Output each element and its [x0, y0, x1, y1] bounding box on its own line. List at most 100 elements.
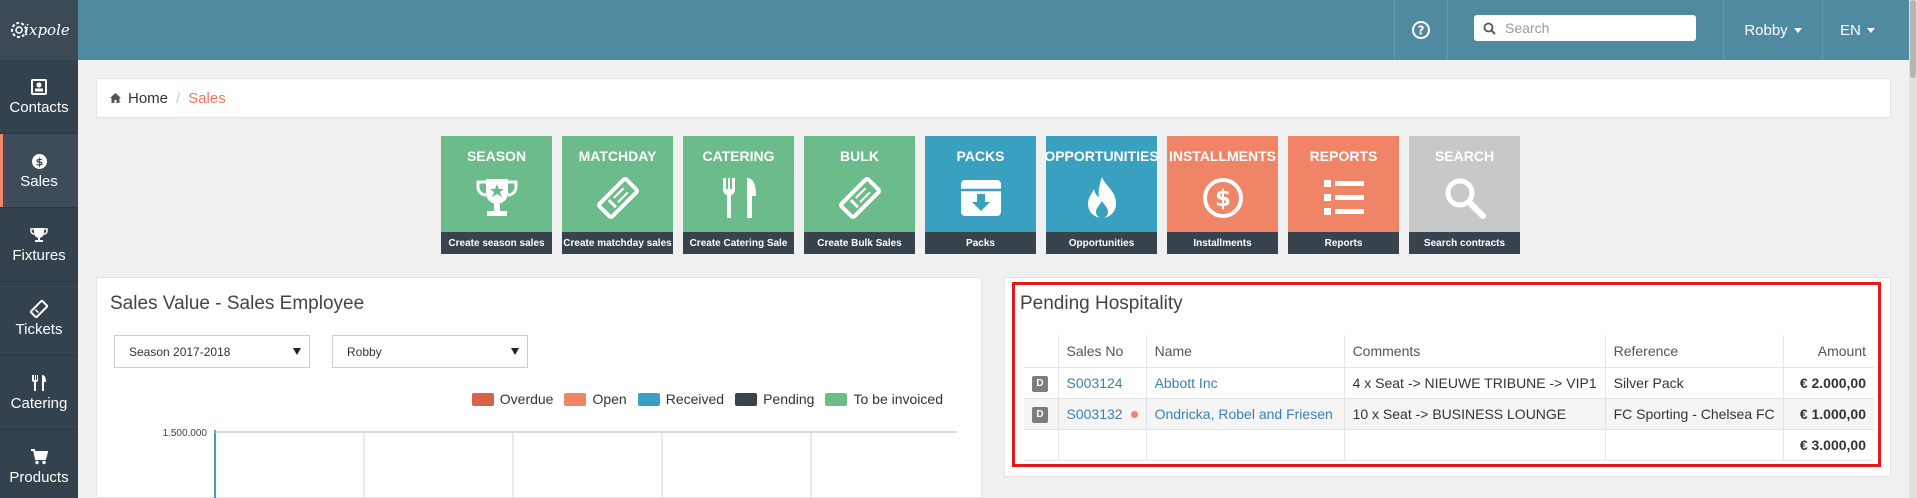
tile-opportunities[interactable]: OPPORTUNITIES Opportunities	[1044, 136, 1159, 254]
tile-reports[interactable]: REPORTS Reports	[1288, 136, 1399, 254]
home-icon	[110, 93, 121, 103]
legend-item-pending[interactable]: Pending	[735, 391, 814, 407]
trophy-icon	[30, 225, 48, 245]
contacts-icon	[31, 77, 47, 97]
tile-footer: Create Catering Sale	[683, 232, 794, 254]
tile-matchday[interactable]: MATCHDAY Create matchday sales	[562, 136, 673, 254]
legend-swatch	[471, 392, 494, 406]
svg-text:$: $	[1214, 186, 1230, 212]
sidebar-item-label: Products	[9, 469, 69, 486]
sidebar-item-products[interactable]: Products	[0, 430, 78, 498]
ticket-icon	[838, 172, 882, 224]
sales-value-panel: Sales Value - Sales Employee Season 2017…	[96, 277, 982, 498]
tile-footer: Packs	[925, 232, 1036, 254]
sidebar-item-label: Catering	[10, 395, 68, 412]
tile-season[interactable]: SEASON Create season sales	[441, 136, 552, 254]
y-tick-label: 1.500.000	[163, 428, 208, 439]
employee-select[interactable]: Robby	[332, 335, 528, 368]
cutlery-icon	[30, 373, 48, 393]
language-label: EN	[1840, 21, 1861, 39]
tile-title: SEASON	[466, 148, 527, 164]
tile-footer: Create Bulk Sales	[804, 232, 915, 254]
highlight-box	[1012, 282, 1881, 467]
search-input[interactable]	[1505, 20, 1675, 36]
sidebar-item-catering[interactable]: Catering	[0, 356, 78, 430]
search-icon	[1483, 22, 1496, 35]
tile-title: PACKS	[956, 148, 1005, 164]
tile-title: MATCHDAY	[578, 148, 657, 164]
search-icon	[1443, 172, 1487, 224]
employee-select-value: Robby	[347, 344, 382, 359]
sidebar-item-label: Contacts	[9, 99, 69, 116]
list-icon	[1322, 172, 1366, 224]
svg-text:?: ?	[1418, 24, 1425, 38]
legend-label: Open	[592, 391, 627, 407]
tile-footer: Opportunities	[1046, 232, 1157, 254]
trophy-icon	[474, 172, 520, 224]
language-menu[interactable]: EN	[1830, 0, 1875, 60]
search-box[interactable]	[1474, 15, 1696, 41]
legend-item-received[interactable]: Received	[637, 391, 725, 407]
legend-swatch	[825, 392, 848, 406]
ticket-icon	[596, 172, 640, 224]
help-icon: ?	[1412, 21, 1430, 39]
tile-footer: Create season sales	[441, 232, 552, 254]
legend-item-to-be-invoiced[interactable]: To be invoiced	[825, 391, 943, 407]
tile-search[interactable]: SEARCH Search contracts	[1409, 136, 1520, 254]
legend-swatch	[564, 392, 587, 406]
cart-icon	[30, 447, 48, 467]
legend-label: Overdue	[499, 391, 554, 407]
logo-text: ixpole	[24, 21, 70, 39]
sidebar-item-tickets[interactable]: Tickets	[0, 282, 78, 356]
legend-swatch	[735, 392, 758, 406]
sidebar-item-fixtures[interactable]: Fixtures	[0, 208, 78, 282]
sidebar-item-label: Tickets	[15, 321, 63, 338]
sidebar-item-sales[interactable]: $ Sales	[0, 134, 78, 208]
dollar-icon: $	[31, 151, 48, 171]
sales-chart: 1.500.000	[163, 428, 957, 498]
panel-title: Sales Value - Sales Employee	[110, 293, 365, 314]
sales-tiles: SEASON Create season sales MATCHDAY Crea…	[441, 136, 1520, 254]
tile-footer: Search contracts	[1409, 232, 1520, 254]
legend-label: Received	[665, 391, 725, 407]
breadcrumb-separator: /	[176, 89, 181, 107]
season-select[interactable]: Season 2017-2018	[114, 335, 310, 368]
legend-label: To be invoiced	[853, 391, 943, 407]
app-logo[interactable]: ixpole	[0, 0, 78, 60]
scrollbar-thumb[interactable]	[1910, 0, 1916, 78]
sidebar-item-label: Fixtures	[12, 247, 66, 264]
chart-legend: Overdue Open Received Pending To be invo…	[461, 391, 943, 407]
dropdown-arrow-icon	[511, 348, 519, 355]
breadcrumb: Home / Sales	[96, 78, 1891, 118]
sidebar-item-contacts[interactable]: Contacts	[0, 60, 78, 134]
tile-bulk[interactable]: BULK Create Bulk Sales	[804, 136, 915, 254]
tile-installments[interactable]: INSTALLMENTS $ Installments	[1167, 136, 1278, 254]
tile-title: CATERING	[702, 148, 775, 164]
breadcrumb-home[interactable]: Home	[128, 90, 168, 107]
tile-title: BULK	[840, 148, 879, 164]
dropdown-arrow-icon	[293, 348, 301, 355]
help-button[interactable]: ?	[1394, 0, 1448, 60]
tile-packs[interactable]: PACKS Packs	[925, 136, 1036, 254]
tile-catering[interactable]: CATERING Create Catering Sale	[683, 136, 794, 254]
chevron-down-icon	[1866, 27, 1875, 33]
sidebar: ixpole Contacts $ Sales Fixtures Tickets…	[0, 0, 78, 498]
tile-title: REPORTS	[1309, 148, 1378, 164]
tile-footer: Create matchday sales	[562, 232, 673, 254]
svg-text:$: $	[35, 155, 43, 168]
season-select-value: Season 2017-2018	[129, 344, 231, 359]
ticket-icon	[30, 299, 48, 319]
legend-item-open[interactable]: Open	[564, 391, 627, 407]
legend-label: Pending	[763, 391, 815, 407]
user-menu[interactable]: Robby	[1723, 0, 1823, 60]
tile-footer: Reports	[1288, 232, 1399, 254]
tile-footer: Installments	[1167, 232, 1278, 254]
fire-icon	[1082, 172, 1122, 224]
chevron-down-icon	[1793, 27, 1802, 33]
sidebar-item-label: Sales	[20, 173, 58, 190]
dollar-circle-icon: $	[1201, 172, 1245, 224]
tile-title: INSTALLMENTS	[1168, 148, 1277, 164]
cutlery-icon	[717, 172, 761, 224]
legend-item-overdue[interactable]: Overdue	[471, 391, 554, 407]
page-scrollbar[interactable]	[1909, 0, 1917, 498]
